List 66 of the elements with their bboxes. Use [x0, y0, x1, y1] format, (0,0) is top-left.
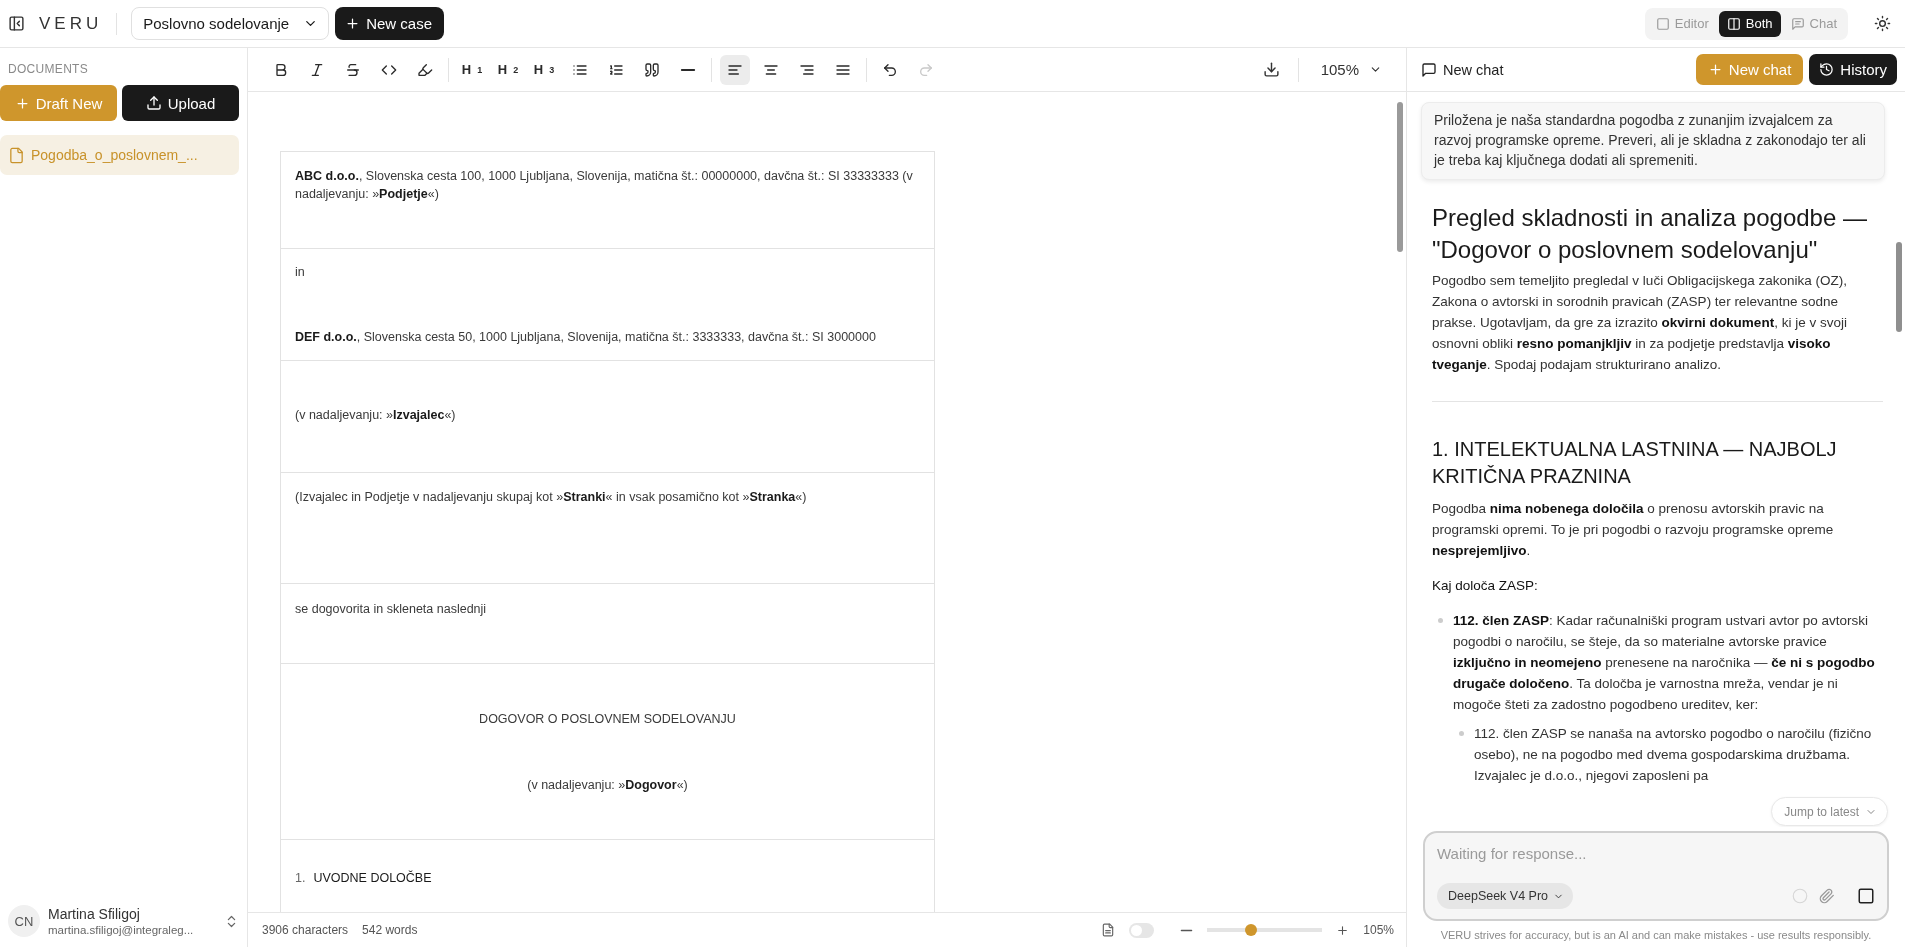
document-icon [1101, 923, 1116, 937]
document-paragraph: (v nadaljevanju: »Dogovor«) [526, 777, 689, 794]
slider-thumb[interactable] [1245, 924, 1257, 936]
document-paragraph: DEF d.o.o., Slovenska cesta 50, 1000 Ljubljana, Slovenija, matična št.: 3333333, davčna št.: SI 3000000 [295, 329, 877, 346]
avatar: CN [8, 905, 40, 937]
file-icon [8, 146, 25, 164]
minus-icon [1180, 928, 1194, 932]
page-toggle[interactable] [1129, 922, 1155, 938]
sun-icon [1874, 15, 1891, 32]
response-paragraph: Pogodbo sem temeljito pregledal v luči Obligacijskega zakonika (OZ), Zakona o avtorski in sorodnih pravicah (ZASP) ter relevantne sodne prakse. Ugotavljam, da gre za izrazito okvirni dokument, ki je v svoji osnovni obliki resno pomanjkljiv in za podjetje predstavlja visoko tveganje. Spodaj podajam strukturirano analizo. [1432, 272, 1848, 374]
history-icon [1819, 62, 1835, 77]
chat-title: New chat [1443, 61, 1504, 78]
new-case-button[interactable]: New case [335, 7, 445, 40]
plus-icon [1336, 923, 1350, 937]
document-paragraph: se dogovorita in skleneta naslednji [295, 601, 488, 618]
document-paragraph: (Izvajalec in Podjetje v nadaljevanju skupaj kot »Stranki« in vsak posamično kot »Stranka«) [295, 489, 808, 506]
bullet-text: 112. člen ZASP se nanaša na avtorsko pogodbo o naročilu (fizično osebo), ne na pogodbo med dvema gospodarskima družbama. Izvajalec je d.o.o., njegovi zaposleni pa [1474, 725, 1873, 785]
disclaimer: VERU strives for accuracy, but is an AI and can make mistakes - use results responsibly. [1439, 929, 1873, 941]
user-email: martina.sfiligoj@integraleg... [48, 924, 195, 936]
bullet-text: 112. člen ZASP: Kadar računalniški program ustvari avtor po avtorski pogodbi o naročilu, se šteje, da so materialne avtorske pravice izključno in neomejeno prenesene na naročnika — če ni s pogodbo drugače določeno. Ta določba je varnostna mreža, vendar je ni mogoče šteti za zadostno pogodbeno ureditev, ker: [1453, 612, 1876, 714]
response-heading: Pregled skladnosti in analiza pogodbe — "Dogovor o poslovnem sodelovanju" [1432, 203, 1868, 265]
paperclip-icon [1819, 888, 1835, 904]
square-icon [1655, 16, 1670, 31]
plus-icon [14, 95, 30, 111]
sidebar-toggle-button[interactable] [8, 15, 25, 32]
document-paragraph: in [295, 264, 306, 281]
document-paragraph: DOGOVOR O POSLOVNEM SODELOVANJU [478, 711, 737, 728]
chat-icon [1790, 16, 1805, 31]
zoom-dropdown[interactable]: 105% [1298, 61, 1406, 78]
zoom-reading: 105% [1363, 923, 1394, 937]
upload-icon [145, 95, 162, 111]
chat-icon [1421, 61, 1437, 78]
document-paragraph: (v nadaljevanju: »Izvajalec«) [295, 407, 457, 424]
document-paragraph: 1. UVODNE DOLOČBE [295, 869, 433, 887]
upload-button[interactable]: Upload [122, 85, 239, 121]
align-left-button[interactable] [720, 54, 750, 85]
model-selector[interactable]: DeepSeek V4 Pro [1437, 883, 1574, 909]
case-dropdown[interactable]: Poslovno sodelovanje [131, 7, 330, 40]
word-count: 542 words [362, 923, 418, 937]
columns-icon [1726, 16, 1741, 31]
stop-button[interactable] [1857, 887, 1875, 905]
theme-toggle-button[interactable] [1874, 15, 1891, 32]
stop-icon [1857, 887, 1875, 905]
response-label: Kaj določa ZASP: [1432, 577, 1539, 595]
view-mode-tab[interactable]: Both [1718, 10, 1781, 37]
zoom-out-button[interactable] [1180, 928, 1194, 932]
response-paragraph: Pogodba nima nobenega določila o prenosu avtorskih pravic na programski opremi. To je pri pogodbi o razvoju programske opreme nesprejemljivo. [1432, 500, 1835, 560]
message-input[interactable]: Waiting for response... [1437, 845, 1875, 862]
spinner-icon [1791, 887, 1809, 905]
panel-icon [8, 15, 25, 32]
logo: VERU [39, 13, 103, 34]
user-message: Priložena je naša standardna pogodba z zunanjim izvajalcem za razvoj programske opreme. Preveri, ali je skladna z zakonodajo ter ali je treba kaj ključnega dodati ali spremeniti. [1421, 102, 1885, 180]
section-heading: 1. INTELEKTUALNA LASTNINA — NAJBOLJ KRITIČNA PRAZNINA [1432, 437, 1838, 489]
download-icon [1262, 61, 1280, 78]
bullet-icon [1459, 731, 1464, 736]
section-title: DOCUMENTS [7, 62, 90, 76]
bullet-icon [1438, 618, 1443, 623]
jump-to-latest-button[interactable]: Jump to latest [1771, 797, 1888, 826]
history-button[interactable]: History [1809, 54, 1897, 85]
user-name: Martina Sfiligoj [48, 906, 141, 922]
zoom-in-button[interactable] [1336, 923, 1350, 937]
plus-icon [345, 16, 361, 31]
document-paragraph: ABC d.o.o., Slovenska cesta 100, 1000 Ljubljana, Slovenija, matična št.: 00000000, davčna št.: SI 33333333 (v nadaljevanju: »Podjetje«) [295, 168, 914, 203]
attach-button[interactable] [1819, 888, 1835, 904]
plus-icon [1707, 62, 1723, 77]
character-count: 3906 characters [262, 923, 349, 937]
